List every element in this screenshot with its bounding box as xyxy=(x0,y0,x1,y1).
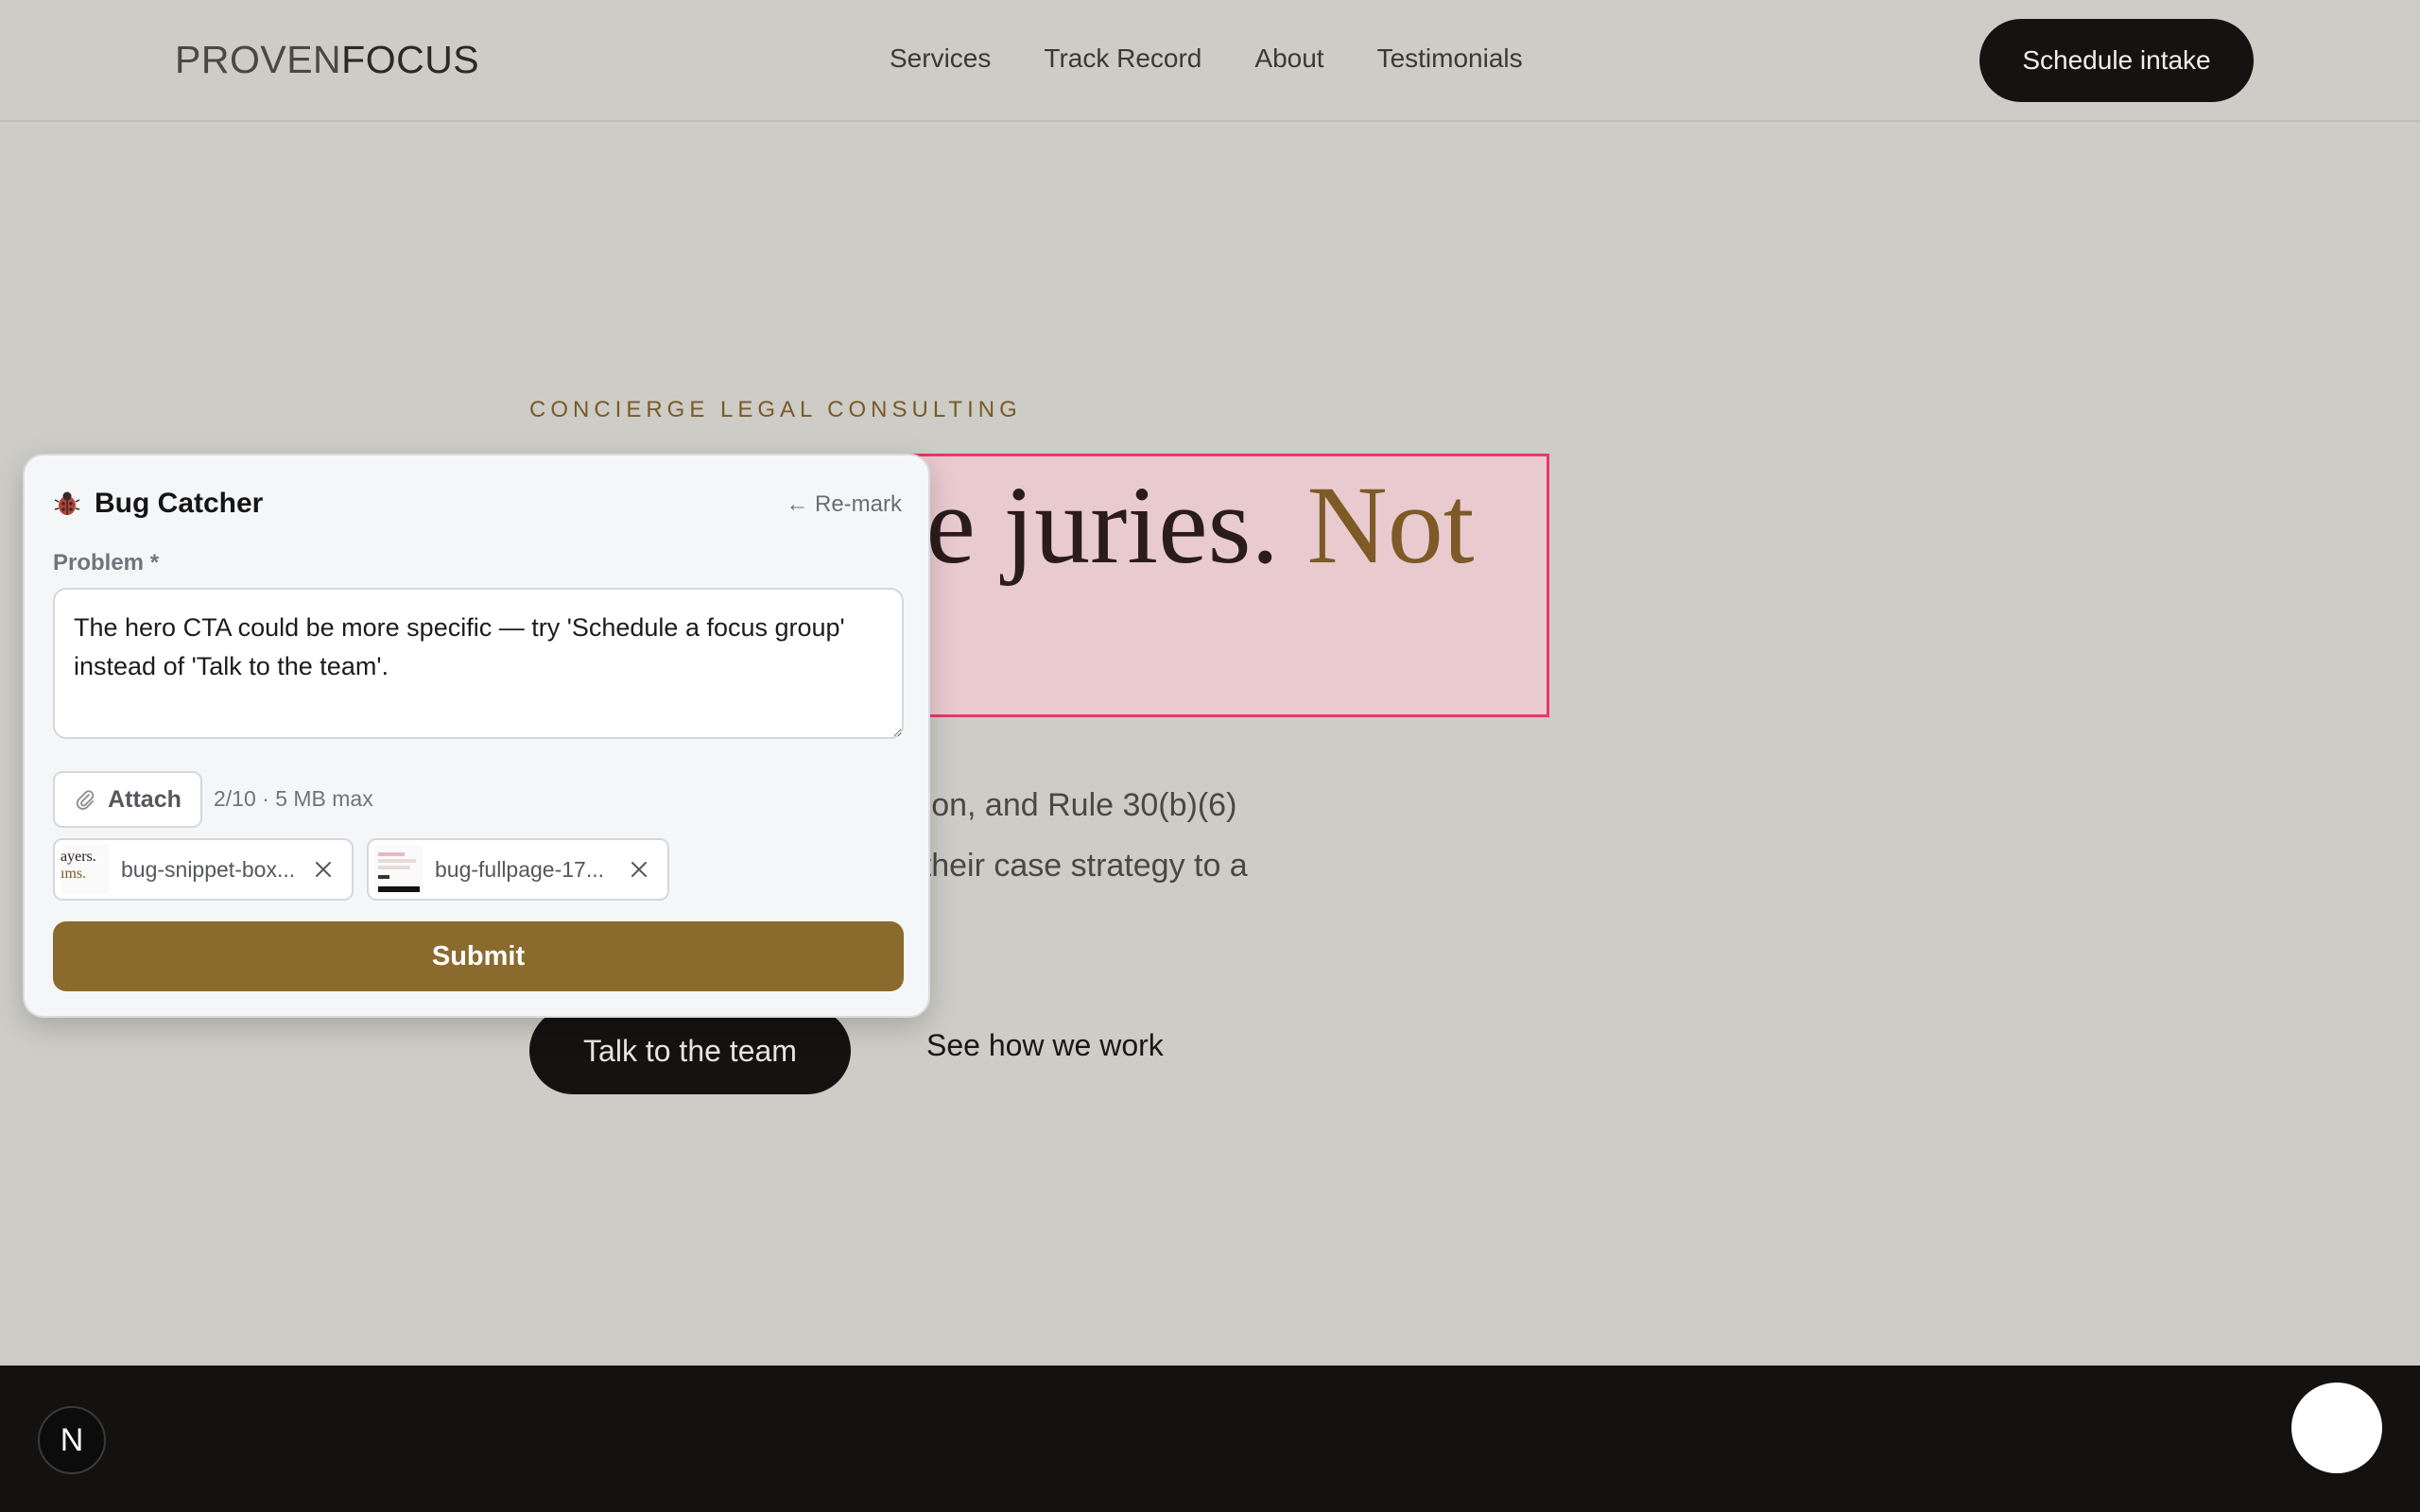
footer-bar xyxy=(0,1366,2420,1512)
problem-textarea[interactable]: The hero CTA could be more specific — tr… xyxy=(53,588,904,739)
attachment-chip[interactable]: bug-fullpage-17... xyxy=(367,838,669,901)
nextjs-badge[interactable]: N xyxy=(38,1406,106,1474)
attach-limit-text: 2/10 · 5 MB max xyxy=(214,786,373,811)
see-how-we-work-link[interactable]: See how we work xyxy=(926,1028,1164,1063)
problem-label: Problem * xyxy=(53,550,160,576)
site-header: PROVENFOCUS Services Track Record About … xyxy=(0,0,2420,122)
remark-button[interactable]: ← Re-mark xyxy=(786,491,902,518)
paperclip-icon xyxy=(77,790,95,810)
logo-light-text: PROVEN xyxy=(175,38,342,81)
main-nav: Services Track Record About Testimonials xyxy=(890,43,1523,74)
floating-action-button[interactable] xyxy=(2291,1383,2382,1473)
thumbnail-text: ıms. xyxy=(60,866,87,882)
panel-title: Bug Catcher xyxy=(53,488,263,520)
thumbnail-text: ayers. xyxy=(60,849,96,865)
nav-link-services[interactable]: Services xyxy=(890,43,991,74)
nav-link-testimonials[interactable]: Testimonials xyxy=(1377,43,1523,74)
bug-catcher-panel: Bug Catcher ← Re-mark Problem * The hero… xyxy=(23,454,930,1018)
attachment-name: bug-fullpage-17... xyxy=(435,856,605,882)
talk-to-team-button[interactable]: Talk to the team xyxy=(529,1007,851,1094)
attach-label: Attach xyxy=(108,785,182,813)
ladybug-icon xyxy=(54,491,80,515)
attachment-name: bug-snippet-box... xyxy=(121,856,296,882)
panel-title-text: Bug Catcher xyxy=(95,488,264,519)
close-icon[interactable] xyxy=(620,850,658,888)
attach-button[interactable]: Attach xyxy=(53,771,202,828)
hero-eyebrow: CONCIERGE LEGAL CONSULTING xyxy=(529,397,1022,422)
schedule-intake-button[interactable]: Schedule intake xyxy=(1979,19,2254,102)
submit-button[interactable]: Submit xyxy=(53,921,904,991)
attachment-chip[interactable]: ayers. ıms. bug-snippet-box... xyxy=(53,838,354,901)
nav-link-track-record[interactable]: Track Record xyxy=(1044,43,1201,74)
logo-bold-text: FOCUS xyxy=(341,38,480,81)
logo[interactable]: PROVENFOCUS xyxy=(175,38,479,82)
close-icon[interactable] xyxy=(304,850,342,888)
attachment-thumbnail xyxy=(374,845,424,894)
headline-accent-text: Not xyxy=(1306,463,1475,587)
nav-link-about[interactable]: About xyxy=(1254,43,1323,74)
attachment-thumbnail: ayers. ıms. xyxy=(60,845,110,894)
